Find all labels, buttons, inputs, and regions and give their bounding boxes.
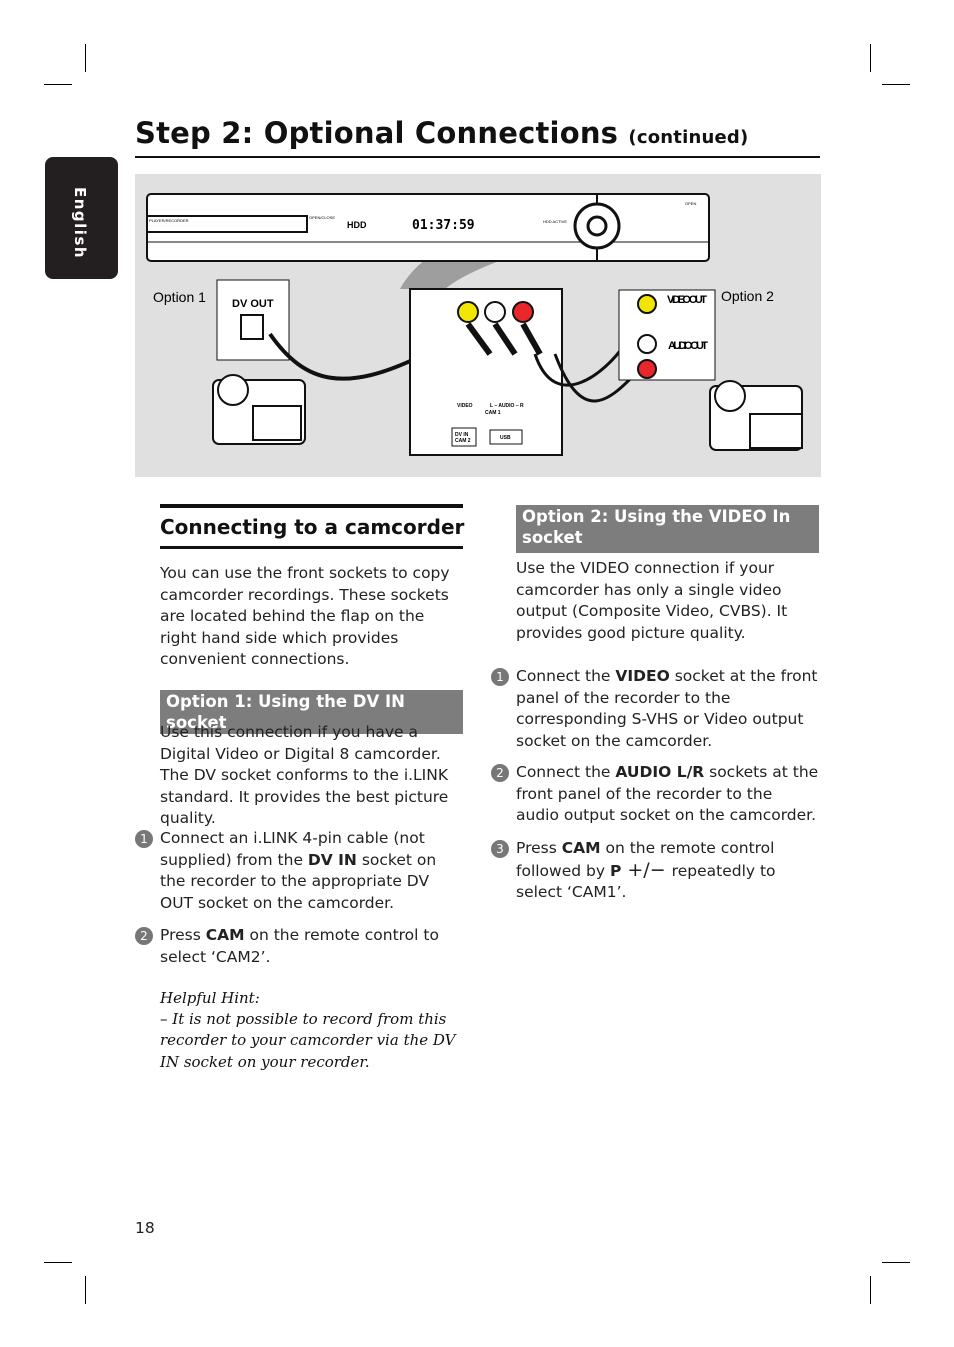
heading-rule-bottom bbox=[160, 546, 463, 549]
option1-label: Option 1 bbox=[153, 289, 206, 305]
page-number: 18 bbox=[135, 1219, 155, 1237]
step-number-badge: 2 bbox=[135, 927, 153, 945]
hdd-active-text: HDD ACTIVE bbox=[543, 219, 567, 224]
intro-paragraph: You can use the front sockets to copy ca… bbox=[160, 564, 450, 668]
page-title: Step 2: Optional Connections (continued) bbox=[135, 116, 748, 150]
socket-audio-label: L – AUDIO – R bbox=[490, 403, 524, 409]
heading-rule-top bbox=[160, 504, 463, 508]
language-tab: English bbox=[45, 157, 118, 279]
dv-out-label: DV OUT bbox=[232, 298, 274, 310]
crop-mark bbox=[882, 1262, 910, 1263]
socket-cam2-label: CAM 2 bbox=[455, 438, 471, 444]
option2-description: Use the VIDEO connection if your camcord… bbox=[516, 559, 788, 642]
option2-label: Option 2 bbox=[721, 288, 774, 304]
title-text: Step 2: Optional Connections bbox=[135, 116, 619, 150]
option2-step-2: Connect the AUDIO L/R sockets at the fro… bbox=[516, 763, 819, 824]
socket-cam1-label: CAM 1 bbox=[485, 410, 501, 416]
crop-mark bbox=[882, 84, 910, 85]
audio-l-plug bbox=[484, 301, 506, 323]
video-out-label: VIDEO OUT bbox=[667, 294, 707, 306]
step-number-badge: 3 bbox=[491, 840, 509, 858]
title-rule bbox=[135, 156, 820, 158]
dv-cable bbox=[268, 332, 426, 381]
connection-illustration: PLAYER/RECORDER OPEN/CLOSE HDD 01:37:59 … bbox=[135, 174, 821, 477]
crop-mark bbox=[870, 1276, 871, 1304]
open-close-text: OPEN/CLOSE bbox=[309, 215, 335, 220]
video-plug bbox=[457, 301, 479, 323]
step-number-badge: 1 bbox=[135, 830, 153, 848]
crop-mark bbox=[85, 1276, 86, 1304]
language-tab-label: English bbox=[71, 187, 89, 260]
hint-title: Helpful Hint: bbox=[160, 989, 260, 1007]
crop-mark bbox=[85, 44, 86, 72]
crop-mark bbox=[44, 1262, 72, 1263]
option1-description: Use this connection if you have a Digita… bbox=[160, 723, 449, 827]
option2-heading: Option 2: Using the VIDEO In socket bbox=[516, 505, 819, 553]
socket-usb-label: USB bbox=[500, 435, 511, 441]
hdd-logo: HDD bbox=[347, 220, 367, 230]
audio-r-plug bbox=[512, 301, 534, 323]
step-number-badge: 2 bbox=[491, 764, 509, 782]
option2-step-3: Press CAM on the remote control followed… bbox=[516, 839, 776, 901]
socket-video-label: VIDEO bbox=[457, 403, 473, 409]
section-heading: Connecting to a camcorder bbox=[160, 515, 465, 539]
title-suffix: (continued) bbox=[628, 127, 749, 148]
audio-out-label: AUDIO OUT bbox=[668, 340, 708, 352]
option2-step-1: Connect the VIDEO socket at the front pa… bbox=[516, 667, 818, 750]
crop-mark bbox=[44, 84, 72, 85]
crop-mark bbox=[870, 44, 871, 72]
open-text: OPEN bbox=[685, 201, 696, 206]
hint-text: – It is not possible to record from this… bbox=[160, 1010, 456, 1071]
option1-step-2: Press CAM on the remote control to selec… bbox=[160, 926, 439, 966]
display-time: 01:37:59 bbox=[412, 218, 475, 233]
step-number-badge: 1 bbox=[491, 668, 509, 686]
brand-text: PLAYER/RECORDER bbox=[149, 218, 189, 223]
option1-step-1: Connect an i.LINK 4-pin cable (not suppl… bbox=[160, 829, 437, 912]
